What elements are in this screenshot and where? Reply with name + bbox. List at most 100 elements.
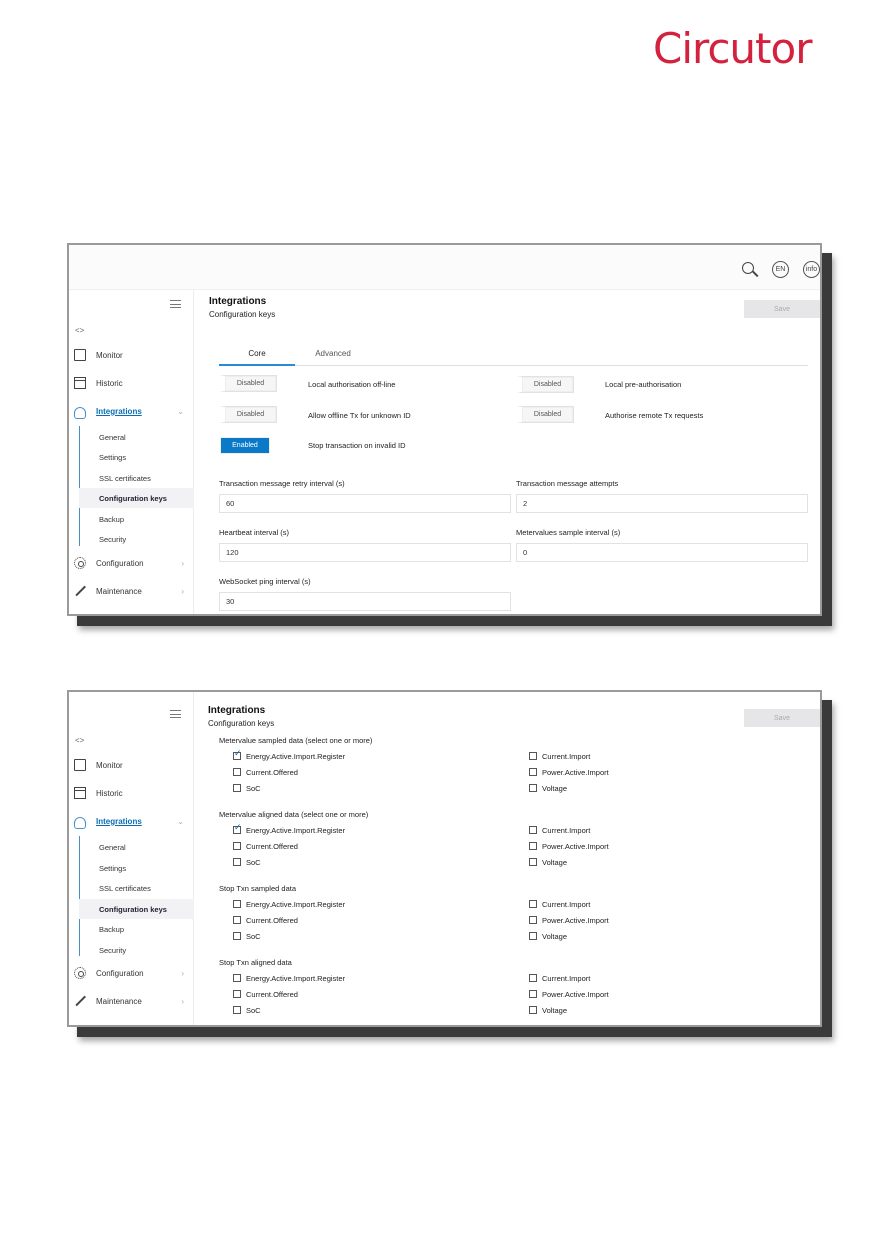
- sidebar-item-monitor[interactable]: Monitor: [69, 755, 194, 775]
- menu-icon[interactable]: [170, 710, 181, 718]
- sidebar-item-integrations[interactable]: Integrations ⌄: [69, 811, 194, 831]
- checkbox-icon[interactable]: [233, 784, 241, 792]
- checkbox-icon[interactable]: [233, 842, 241, 850]
- info-button[interactable]: info: [803, 261, 820, 278]
- sidebar-item-monitor[interactable]: Monitor: [69, 345, 194, 365]
- sidebar-subitem-backup[interactable]: Backup: [79, 919, 194, 939]
- checkbox-icon[interactable]: [529, 932, 537, 940]
- checkbox-icon[interactable]: [233, 858, 241, 866]
- toggle-local-pre-authorisation[interactable]: Disabled: [516, 376, 574, 393]
- chevron-right-icon: ›: [181, 558, 184, 568]
- checkbox-option[interactable]: Power.Active.Import: [529, 914, 609, 926]
- top-bar: EN info: [69, 245, 820, 290]
- checkbox-option[interactable]: Energy.Active.Import.Register: [233, 898, 345, 910]
- gear-icon: [74, 967, 86, 979]
- checkbox-option[interactable]: Current.Offered: [233, 840, 298, 852]
- checkbox-label: Voltage: [542, 931, 568, 941]
- sidebar-item-historic[interactable]: Historic: [69, 373, 194, 393]
- sidebar-item-maintenance[interactable]: Maintenance ›: [69, 581, 194, 601]
- checkbox-option[interactable]: Current.Import: [529, 898, 590, 910]
- checkbox-option[interactable]: Voltage: [529, 782, 567, 794]
- checkbox-option[interactable]: SoC: [233, 1004, 261, 1016]
- checkbox-icon[interactable]: [529, 752, 537, 760]
- sidebar-item-maintenance[interactable]: Maintenance ›: [69, 991, 194, 1011]
- checkbox-icon[interactable]: [529, 1006, 537, 1014]
- retry-interval-input[interactable]: 60: [219, 494, 511, 513]
- checkbox-option[interactable]: Voltage: [529, 1004, 567, 1016]
- checkbox-icon[interactable]: [529, 990, 537, 998]
- sidebar-subitem-ssl-certificates[interactable]: SSL certificates: [79, 468, 194, 488]
- tab-advanced[interactable]: Advanced: [295, 346, 371, 366]
- checkbox-icon[interactable]: [529, 826, 537, 834]
- sample-interval-input[interactable]: 0: [516, 543, 808, 562]
- checkbox-icon[interactable]: [233, 900, 241, 908]
- checkbox-icon[interactable]: [529, 784, 537, 792]
- checkbox-option[interactable]: Power.Active.Import: [529, 988, 609, 1000]
- checkbox-option[interactable]: SoC: [233, 856, 261, 868]
- checkbox-option[interactable]: Current.Import: [529, 750, 590, 762]
- checkbox-icon[interactable]: [233, 990, 241, 998]
- websocket-ping-input[interactable]: 30: [219, 592, 511, 611]
- checkbox-checked-icon[interactable]: [233, 749, 242, 760]
- sidebar-subitem-ssl-certificates[interactable]: SSL certificates: [79, 878, 194, 898]
- checkbox-label: Energy.Active.Import.Register: [246, 973, 346, 983]
- checkbox-icon[interactable]: [233, 1006, 241, 1014]
- toggle-local-authorisation-offline[interactable]: Disabled: [219, 375, 277, 392]
- checkbox-option[interactable]: Energy.Active.Import.Register: [233, 823, 345, 836]
- checkbox-option[interactable]: Current.Offered: [233, 988, 298, 1000]
- message-attempts-input[interactable]: 2: [516, 494, 808, 513]
- sidebar-item-configuration[interactable]: Configuration ›: [69, 553, 194, 573]
- sidebar-subitem-general[interactable]: General: [79, 837, 194, 857]
- sidebar-subitem-configuration-keys[interactable]: Configuration keys: [79, 488, 194, 508]
- toggle-stop-transaction[interactable]: Enabled: [220, 437, 270, 454]
- monitor-icon: [74, 349, 86, 361]
- sidebar-subitem-backup[interactable]: Backup: [79, 509, 194, 529]
- checkbox-option[interactable]: SoC: [233, 782, 261, 794]
- menu-icon[interactable]: [170, 300, 181, 308]
- checkbox-icon[interactable]: [233, 932, 241, 940]
- checkbox-option[interactable]: SoC: [233, 930, 261, 942]
- sidebar-subitem-settings[interactable]: Settings: [79, 447, 194, 467]
- heartbeat-interval-input[interactable]: 120: [219, 543, 511, 562]
- checkbox-option[interactable]: Energy.Active.Import.Register: [233, 972, 345, 984]
- sidebar-subitem-security[interactable]: Security: [79, 529, 194, 549]
- checkbox-option[interactable]: Current.Import: [529, 824, 590, 836]
- search-icon[interactable]: [742, 261, 758, 278]
- checkbox-option[interactable]: Current.Import: [529, 972, 590, 984]
- toggle-authorise-remote-tx[interactable]: Disabled: [516, 406, 574, 423]
- toggle-allow-offline-tx[interactable]: Disabled: [219, 406, 277, 423]
- checkbox-label: SoC: [246, 1005, 261, 1015]
- checkbox-option[interactable]: Current.Offered: [233, 914, 298, 926]
- checkbox-label: Current.Import: [542, 825, 591, 835]
- sidebar-item-integrations[interactable]: Integrations ⌄: [69, 401, 194, 421]
- checkbox-icon[interactable]: [529, 842, 537, 850]
- save-button[interactable]: Save: [744, 709, 820, 727]
- checkbox-icon[interactable]: [529, 974, 537, 982]
- checkbox-icon[interactable]: [233, 916, 241, 924]
- sidebar-subitem-security[interactable]: Security: [79, 940, 194, 960]
- checkbox-option[interactable]: Voltage: [529, 930, 567, 942]
- checkbox-icon[interactable]: [529, 768, 537, 776]
- language-button[interactable]: EN: [772, 261, 789, 278]
- checkbox-icon[interactable]: [233, 974, 241, 982]
- checkbox-option[interactable]: Current.Offered: [233, 766, 298, 778]
- checkbox-icon[interactable]: [529, 900, 537, 908]
- sidebar-subitem-settings[interactable]: Settings: [79, 858, 194, 878]
- sidebar-subitem-configuration-keys[interactable]: Configuration keys: [79, 899, 194, 919]
- checkbox-icon[interactable]: [233, 768, 241, 776]
- sidebar-item-historic[interactable]: Historic: [69, 783, 194, 803]
- checkbox-option[interactable]: Power.Active.Import: [529, 766, 609, 778]
- wrench-icon: [74, 585, 86, 597]
- sidebar-item-configuration[interactable]: Configuration ›: [69, 963, 194, 983]
- sidebar-subitem-general[interactable]: General: [79, 427, 194, 447]
- checkbox-option[interactable]: Power.Active.Import: [529, 840, 609, 852]
- save-button[interactable]: Save: [744, 300, 820, 318]
- checkbox-option[interactable]: Energy.Active.Import.Register: [233, 749, 345, 762]
- checkbox-icon[interactable]: [529, 858, 537, 866]
- checkbox-checked-icon[interactable]: [233, 823, 242, 834]
- tab-core[interactable]: Core: [219, 346, 295, 366]
- collapse-icon[interactable]: <>: [75, 736, 84, 745]
- checkbox-option[interactable]: Voltage: [529, 856, 567, 868]
- checkbox-icon[interactable]: [529, 916, 537, 924]
- collapse-icon[interactable]: <>: [75, 326, 84, 335]
